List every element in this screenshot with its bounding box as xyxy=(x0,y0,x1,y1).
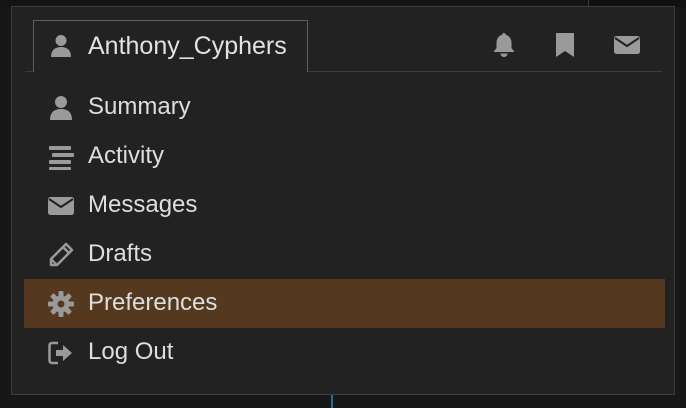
user-menu-header: Anthony_Cyphers xyxy=(12,7,674,73)
menu-item-summary[interactable]: Summary xyxy=(24,83,665,132)
menu-item-log-out[interactable]: Log Out xyxy=(24,328,665,377)
user-icon xyxy=(47,94,75,122)
menu-item-label: Summary xyxy=(88,93,191,120)
bookmark-icon[interactable] xyxy=(551,31,579,59)
menu-item-label: Log Out xyxy=(88,338,174,365)
menu-item-drafts[interactable]: Drafts xyxy=(24,230,665,279)
menu-item-preferences[interactable]: Preferences xyxy=(24,279,665,328)
envelope-icon[interactable] xyxy=(613,31,641,59)
menu-item-label: Preferences xyxy=(88,289,218,316)
user-tab[interactable]: Anthony_Cyphers xyxy=(33,20,308,72)
username: Anthony_Cyphers xyxy=(88,32,287,60)
pencil-icon xyxy=(47,241,75,269)
gear-icon xyxy=(47,290,75,318)
user-menu-list: Summary Activity Messages Drafts Prefere… xyxy=(24,83,665,377)
menu-item-messages[interactable]: Messages xyxy=(24,181,665,230)
user-menu-panel: Anthony_Cyphers Summary Activity Message… xyxy=(11,6,675,395)
menu-item-label: Drafts xyxy=(88,240,153,267)
stream-icon xyxy=(47,143,75,171)
user-icon xyxy=(48,33,74,59)
sign-out-icon xyxy=(47,339,75,367)
menu-item-activity[interactable]: Activity xyxy=(24,132,665,181)
envelope-icon xyxy=(47,192,75,220)
scroll-indicator xyxy=(331,395,333,408)
menu-item-label: Messages xyxy=(88,191,198,218)
bell-icon[interactable] xyxy=(490,31,518,59)
menu-item-label: Activity xyxy=(88,142,165,169)
